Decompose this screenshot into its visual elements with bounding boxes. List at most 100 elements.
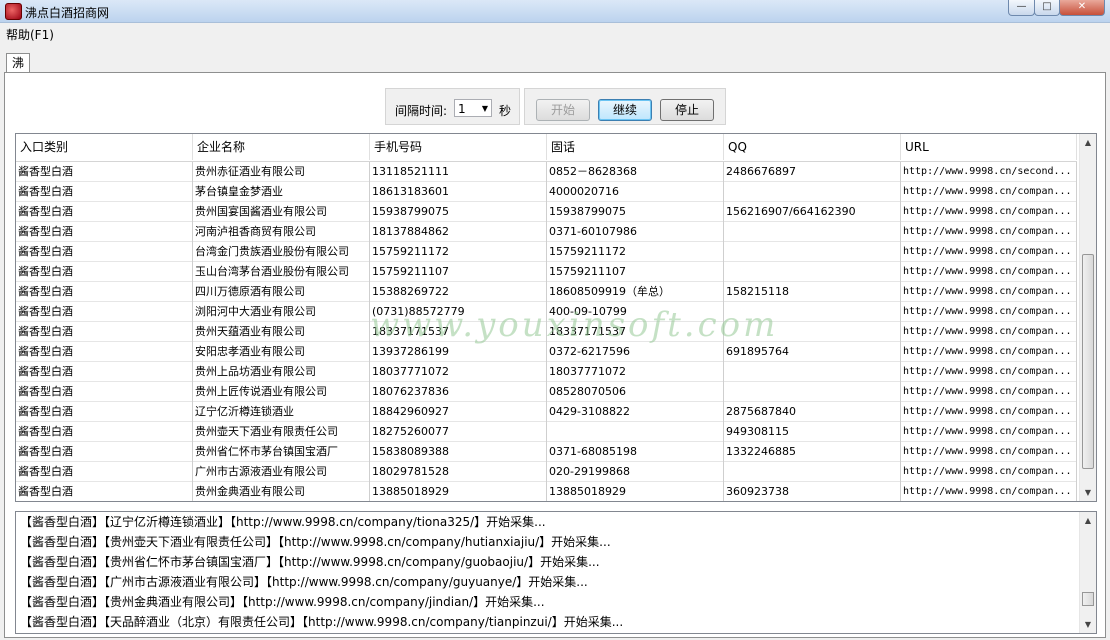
header-url[interactable]: URL: [901, 134, 1077, 160]
cell-mobile: 15759211107: [370, 262, 547, 282]
cell-mobile: 18076237836: [370, 382, 547, 402]
cell-category: 酱香型白酒: [16, 402, 193, 422]
cell-mobile: 18137884862: [370, 222, 547, 242]
cell-category: 酱香型白酒: [16, 242, 193, 262]
scroll-up-icon[interactable]: ▲: [1080, 134, 1096, 151]
cell-category: 酱香型白酒: [16, 482, 193, 501]
cell-category: 酱香型白酒: [16, 462, 193, 482]
table-row[interactable]: 酱香型白酒 河南泸祖香商贸有限公司 18137884862 0371-60107986…: [16, 222, 1077, 242]
tab-main[interactable]: 沸点白酒招商网: [6, 53, 31, 178]
table-row[interactable]: 酱香型白酒 浏阳河中大酒业有限公司 (0731)88572779 400-09-107…: [16, 302, 1077, 322]
log-lines: 【酱香型白酒】【辽宁亿沂樽连锁酒业】【http://www.9998.cn/co…: [16, 512, 1096, 632]
cell-url: http://www.9998.cn/compan...: [901, 462, 1077, 482]
table-row[interactable]: 酱香型白酒 广州市古源液酒业有限公司 18029781528 020-29199868…: [16, 462, 1077, 482]
header-category[interactable]: 入口类别: [16, 134, 193, 160]
cell-qq: [724, 322, 901, 342]
cell-mobile: 13118521111: [370, 162, 547, 182]
table-row[interactable]: 酱香型白酒 贵州金典酒业有限公司 13885018929 13885018929 360…: [16, 482, 1077, 501]
cell-company: 台湾金门贵族酒业股份有限公司: [193, 242, 370, 262]
maximize-button[interactable]: □: [1034, 0, 1060, 16]
table-row[interactable]: 酱香型白酒 贵州赤征酒业有限公司 13118521111 0852－8628368 24…: [16, 162, 1077, 182]
cell-mobile: 18037771072: [370, 362, 547, 382]
cell-phone: 0429-3108822: [547, 402, 724, 422]
log-line: 【酱香型白酒】【天品醉酒业（北京）有限责任公司】【http://www.9998…: [20, 615, 624, 629]
cell-company: 贵州上匠传说酒业有限公司: [193, 382, 370, 402]
header-qq[interactable]: QQ: [724, 134, 901, 160]
cell-qq: 156216907/664162390: [724, 202, 901, 222]
close-button[interactable]: ✕: [1059, 0, 1105, 16]
cell-category: 酱香型白酒: [16, 382, 193, 402]
cell-company: 贵州天蕴酒业有限公司: [193, 322, 370, 342]
cell-qq: [724, 222, 901, 242]
table-row[interactable]: 酱香型白酒 贵州上品坊酒业有限公司 18037771072 18037771072 ht…: [16, 362, 1077, 382]
cell-url: http://www.9998.cn/compan...: [901, 262, 1077, 282]
table-row[interactable]: 酱香型白酒 贵州上匠传说酒业有限公司 18076237836 08528070506 h…: [16, 382, 1077, 402]
scroll-thumb[interactable]: [1082, 592, 1094, 606]
table-row[interactable]: 酱香型白酒 四川万德原酒有限公司 15388269722 18608509919（牟总…: [16, 282, 1077, 302]
table-row[interactable]: 酱香型白酒 贵州壶天下酒业有限责任公司 18275260077 949308115 ht…: [16, 422, 1077, 442]
header-mobile[interactable]: 手机号码: [370, 134, 547, 160]
log-panel[interactable]: 【酱香型白酒】【辽宁亿沂樽连锁酒业】【http://www.9998.cn/co…: [15, 511, 1097, 634]
cell-qq: [724, 182, 901, 202]
cell-phone: 0371-68085198: [547, 442, 724, 462]
table-row[interactable]: 酱香型白酒 台湾金门贵族酒业股份有限公司 15759211172 1575921117…: [16, 242, 1077, 262]
log-line: 【酱香型白酒】【辽宁亿沂樽连锁酒业】【http://www.9998.cn/co…: [20, 515, 546, 529]
header-phone[interactable]: 固话: [547, 134, 724, 160]
cell-mobile: 18613183601: [370, 182, 547, 202]
cell-phone: 020-29199868: [547, 462, 724, 482]
cell-qq: [724, 382, 901, 402]
cell-phone: 15759211172: [547, 242, 724, 262]
cell-company: 广州市古源液酒业有限公司: [193, 462, 370, 482]
interval-unit: 秒: [499, 104, 512, 118]
cell-category: 酱香型白酒: [16, 162, 193, 182]
scroll-down-icon[interactable]: ▼: [1080, 616, 1096, 633]
table-row[interactable]: 酱香型白酒 贵州国宴国酱酒业有限公司 15938799075 15938799075 1…: [16, 202, 1077, 222]
cell-url: http://www.9998.cn/compan...: [901, 282, 1077, 302]
cell-company: 茅台镇皇金梦酒业: [193, 182, 370, 202]
cell-phone: 18037771072: [547, 362, 724, 382]
cell-mobile: (0731)88572779: [370, 302, 547, 322]
cell-qq: 2486676897: [724, 162, 901, 182]
cell-phone: 4000020716: [547, 182, 724, 202]
cell-company: 贵州上品坊酒业有限公司: [193, 362, 370, 382]
cell-url: http://www.9998.cn/compan...: [901, 242, 1077, 262]
log-scrollbar[interactable]: ▲ ▼: [1079, 512, 1096, 633]
grid-scrollbar[interactable]: ▲ ▼: [1079, 134, 1096, 501]
cell-category: 酱香型白酒: [16, 222, 193, 242]
cell-company: 贵州金典酒业有限公司: [193, 482, 370, 501]
cell-qq: [724, 362, 901, 382]
log-line: 【酱香型白酒】【广州市古源液酒业有限公司】【http://www.9998.cn…: [20, 575, 588, 589]
minimize-button[interactable]: —: [1008, 0, 1035, 16]
cell-qq: 949308115: [724, 422, 901, 442]
table-row[interactable]: 酱香型白酒 贵州天蕴酒业有限公司 18337171537 18337171537 htt…: [16, 322, 1077, 342]
cell-company: 贵州壶天下酒业有限责任公司: [193, 422, 370, 442]
cell-phone: 18608509919（牟总）: [547, 282, 724, 302]
cell-phone: [547, 422, 724, 442]
scroll-up-icon[interactable]: ▲: [1080, 512, 1096, 529]
title-bar: 沸点白酒招商网 — □ ✕: [0, 0, 1110, 23]
continue-button[interactable]: 继续: [598, 99, 652, 121]
results-grid[interactable]: 入口类别 企业名称 手机号码 固话 QQ URL 酱香型白酒 贵州赤征酒业有限公司…: [15, 133, 1097, 502]
cell-url: http://www.9998.cn/compan...: [901, 302, 1077, 322]
cell-category: 酱香型白酒: [16, 262, 193, 282]
cell-qq: [724, 262, 901, 282]
grid-header: 入口类别 企业名称 手机号码 固话 QQ URL: [16, 134, 1077, 162]
scroll-down-icon[interactable]: ▼: [1080, 484, 1096, 501]
menu-help[interactable]: 帮助(F1): [6, 26, 54, 43]
cell-phone: 15938799075: [547, 202, 724, 222]
table-row[interactable]: 酱香型白酒 玉山台湾茅台酒业股份有限公司 15759211107 1575921110…: [16, 262, 1077, 282]
interval-select[interactable]: 1 ▼: [454, 99, 492, 117]
table-row[interactable]: 酱香型白酒 贵州省仁怀市茅台镇国宝酒厂 15838089388 0371-680851…: [16, 442, 1077, 462]
table-row[interactable]: 酱香型白酒 茅台镇皇金梦酒业 18613183601 4000020716 http:/…: [16, 182, 1077, 202]
cell-phone: 08528070506: [547, 382, 724, 402]
start-button[interactable]: 开始: [536, 99, 590, 121]
cell-url: http://www.9998.cn/compan...: [901, 362, 1077, 382]
log-line: 【酱香型白酒】【贵州壶天下酒业有限责任公司】【http://www.9998.c…: [20, 535, 611, 549]
table-row[interactable]: 酱香型白酒 辽宁亿沂樽连锁酒业 18842960927 0429-3108822 287…: [16, 402, 1077, 422]
log-line: 【酱香型白酒】【贵州金典酒业有限公司】【http://www.9998.cn/c…: [20, 595, 545, 609]
stop-button[interactable]: 停止: [660, 99, 714, 121]
table-row[interactable]: 酱香型白酒 安阳忠孝酒业有限公司 13937286199 0372-6217596 69…: [16, 342, 1077, 362]
header-company[interactable]: 企业名称: [193, 134, 370, 160]
scroll-thumb[interactable]: [1082, 254, 1094, 469]
window-title: 沸点白酒招商网: [25, 6, 110, 20]
